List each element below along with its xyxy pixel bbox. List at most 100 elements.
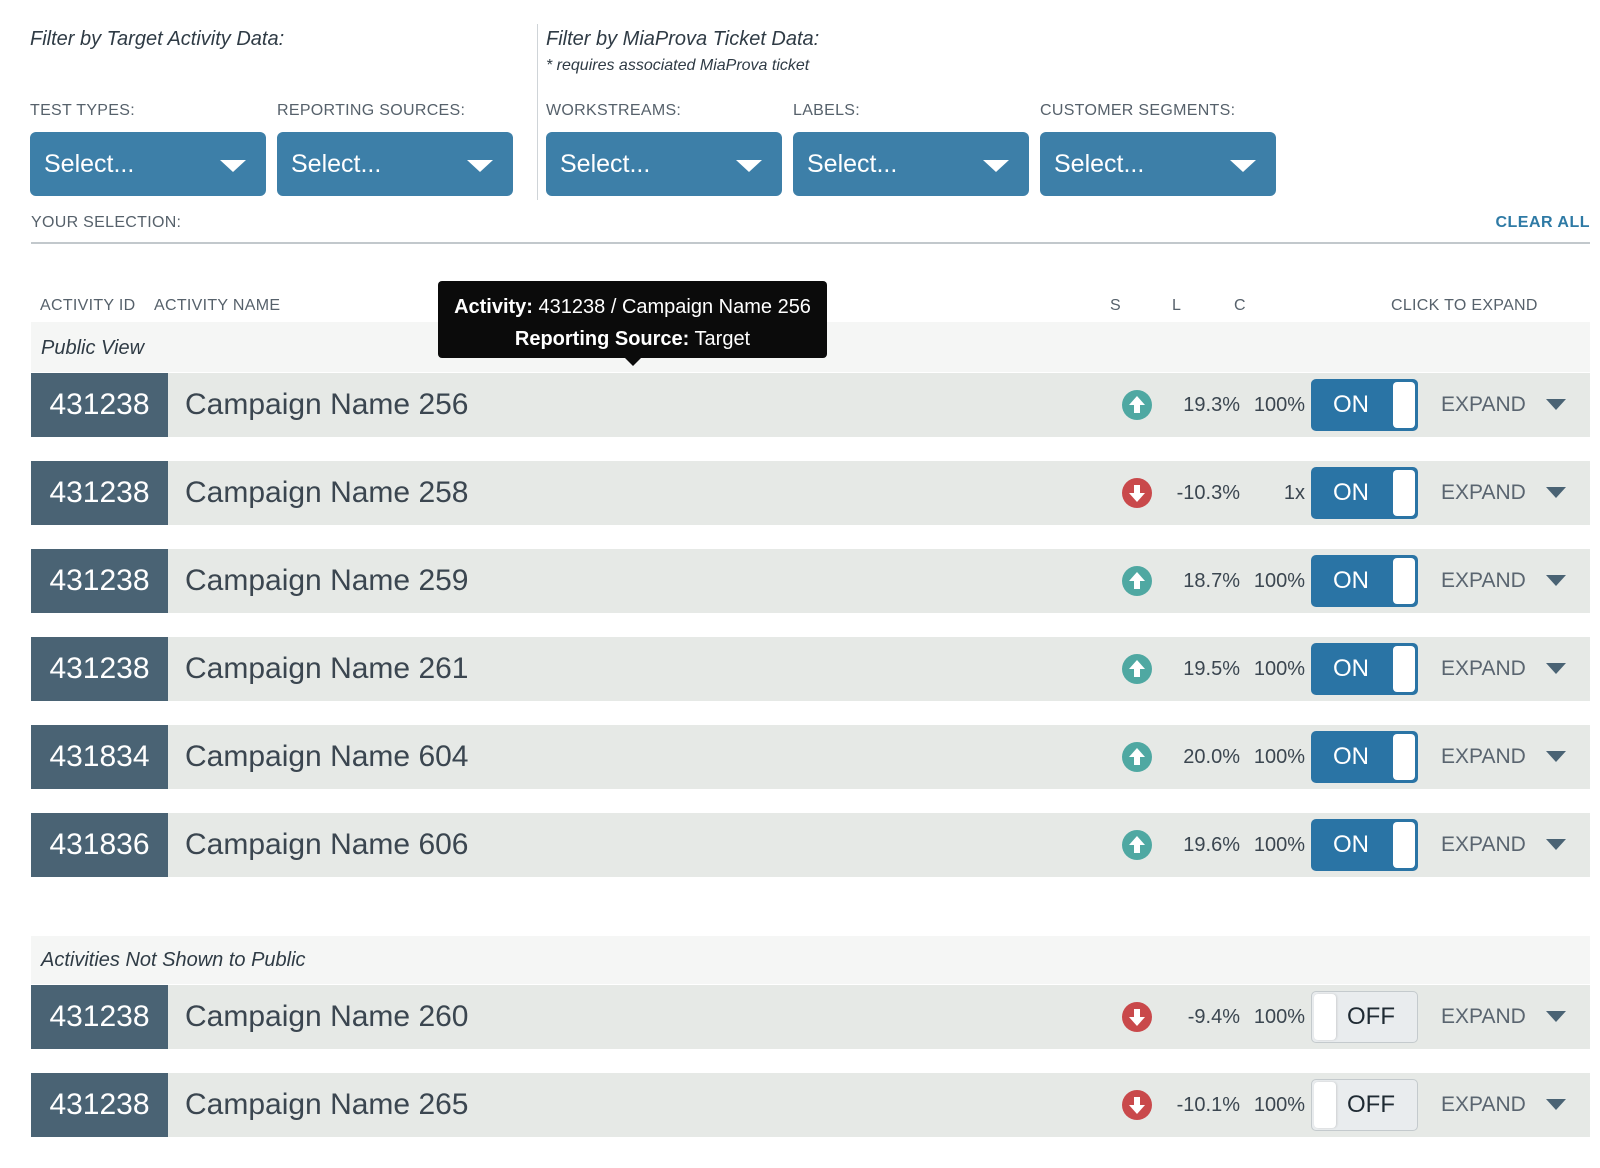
activity-id: 431238 (31, 1073, 168, 1137)
s-value: -9.4% (1187, 1005, 1240, 1028)
s-value: 19.5% (1183, 657, 1240, 680)
tooltip-activity-line: Activity: 431238 / Campaign Name 256 (438, 291, 827, 323)
workstreams-select-value: Select... (560, 149, 651, 178)
s-value: -10.3% (1176, 481, 1240, 504)
table-row[interactable]: 431238 Campaign Name 261 19.5% 100% ON EXPAND (31, 637, 1590, 701)
arrow-up-circle-icon (1122, 390, 1152, 420)
activity-id: 431834 (31, 725, 168, 789)
expand-button[interactable]: EXPAND (1441, 813, 1526, 877)
l-value: 100% (1253, 569, 1305, 592)
target-filter-heading: Filter by Target Activity Data: (30, 28, 285, 50)
table-row[interactable]: 431238 Campaign Name 259 18.7% 100% ON EXPAND (31, 549, 1590, 613)
toggle-label: OFF (1347, 1091, 1395, 1118)
caret-down-icon[interactable] (1546, 575, 1566, 586)
reporting-sources-select[interactable]: Select... (277, 132, 513, 196)
caret-down-icon[interactable] (1546, 399, 1566, 410)
toggle-knob (1393, 734, 1415, 780)
visibility-toggle[interactable]: ON (1311, 643, 1418, 695)
visibility-toggle[interactable]: OFF (1311, 991, 1418, 1043)
clear-all-button[interactable]: CLEAR ALL (1495, 214, 1590, 232)
visibility-toggle[interactable]: ON (1311, 555, 1418, 607)
activity-name: Campaign Name 265 (185, 1088, 469, 1121)
activity-id: 431238 (31, 985, 168, 1049)
customer-segments-select[interactable]: Select... (1040, 132, 1276, 196)
caret-down-icon[interactable] (1546, 1011, 1566, 1022)
caret-down-icon (736, 160, 762, 172)
selection-divider (31, 242, 1590, 244)
arrow-down-circle-icon (1122, 1002, 1152, 1032)
visibility-toggle[interactable]: ON (1311, 467, 1418, 519)
activity-name: Campaign Name 258 (185, 476, 469, 509)
visibility-toggle[interactable]: ON (1311, 731, 1418, 783)
section-title-hidden: Activities Not Shown to Public (41, 949, 306, 971)
expand-button[interactable]: EXPAND (1441, 549, 1526, 613)
caret-down-icon (1230, 160, 1256, 172)
activity-name: Campaign Name 259 (185, 564, 469, 597)
toggle-knob (1393, 822, 1415, 868)
visibility-toggle[interactable]: OFF (1311, 1079, 1418, 1131)
labels-select-value: Select... (807, 149, 898, 178)
activity-tooltip: Activity: 431238 / Campaign Name 256 Rep… (438, 281, 827, 366)
reporting-sources-select-value: Select... (291, 149, 382, 178)
arrow-up-circle-icon (1122, 830, 1152, 860)
toggle-label: ON (1333, 479, 1369, 506)
table-row[interactable]: 431834 Campaign Name 604 20.0% 100% ON EXPAND (31, 725, 1590, 789)
activity-id: 431238 (31, 461, 168, 525)
expand-button[interactable]: EXPAND (1441, 725, 1526, 789)
caret-down-icon[interactable] (1546, 751, 1566, 762)
arrow-up-circle-icon (1122, 742, 1152, 772)
workstreams-select[interactable]: Select... (546, 132, 782, 196)
caret-down-icon[interactable] (1546, 839, 1566, 850)
table-row[interactable]: 431238 Campaign Name 256 19.3% 100% ON EXPAND (31, 373, 1590, 437)
caret-down-icon (983, 160, 1009, 172)
toggle-knob (1393, 470, 1415, 516)
tooltip-source-line: Reporting Source: Target (438, 323, 827, 355)
arrow-up-circle-icon (1122, 566, 1152, 596)
toggle-knob (1393, 646, 1415, 692)
activity-name: Campaign Name 604 (185, 740, 469, 773)
expand-button[interactable]: EXPAND (1441, 985, 1526, 1049)
table-row[interactable]: 431238 Campaign Name 260 -9.4% 100% OFF EXPAN… (31, 985, 1590, 1049)
expand-button[interactable]: EXPAND (1441, 461, 1526, 525)
toggle-label: ON (1333, 743, 1369, 770)
activity-name: Campaign Name 256 (185, 388, 469, 421)
table-row[interactable]: 431836 Campaign Name 606 19.6% 100% ON EXPAND (31, 813, 1590, 877)
expand-button[interactable]: EXPAND (1441, 1073, 1526, 1137)
visibility-toggle[interactable]: ON (1311, 379, 1418, 431)
column-header-l: L (1172, 297, 1182, 314)
customer-segments-label: CUSTOMER SEGMENTS: (1040, 102, 1236, 119)
l-value: 1x (1283, 481, 1305, 504)
filter-divider (537, 24, 538, 200)
column-header-s: S (1110, 297, 1121, 314)
arrow-down-circle-icon (1122, 478, 1152, 508)
visibility-toggle[interactable]: ON (1311, 819, 1418, 871)
activity-id: 431238 (31, 549, 168, 613)
caret-down-icon[interactable] (1546, 487, 1566, 498)
labels-select[interactable]: Select... (793, 132, 1029, 196)
miaprova-filter-note: * requires associated MiaProva ticket (546, 57, 810, 74)
s-value: 19.6% (1183, 833, 1240, 856)
l-value: 100% (1253, 393, 1305, 416)
test-types-select-value: Select... (44, 149, 135, 178)
activity-id: 431836 (31, 813, 168, 877)
toggle-label: ON (1333, 831, 1369, 858)
expand-button[interactable]: EXPAND (1441, 373, 1526, 437)
s-value: -10.1% (1176, 1093, 1240, 1116)
table-row[interactable]: 431238 Campaign Name 258 -10.3% 1x ON EXPAND (31, 461, 1590, 525)
tooltip-source-label: Reporting Source: (514, 328, 690, 350)
table-row[interactable]: 431238 Campaign Name 265 -10.1% 100% OFF EXPA… (31, 1073, 1590, 1137)
caret-down-icon[interactable] (1546, 663, 1566, 674)
customer-segments-select-value: Select... (1054, 149, 1145, 178)
toggle-label: ON (1333, 567, 1369, 594)
test-types-select[interactable]: Select... (30, 132, 266, 196)
expand-button[interactable]: EXPAND (1441, 637, 1526, 701)
toggle-knob (1393, 382, 1415, 428)
s-value: 20.0% (1183, 745, 1240, 768)
activity-id: 431238 (31, 373, 168, 437)
tooltip-source-value: Target (694, 328, 751, 350)
activity-id: 431238 (31, 637, 168, 701)
test-types-label: TEST TYPES: (30, 102, 135, 119)
caret-down-icon[interactable] (1546, 1099, 1566, 1110)
toggle-label: ON (1333, 391, 1369, 418)
labels-label: LABELS: (793, 102, 861, 119)
